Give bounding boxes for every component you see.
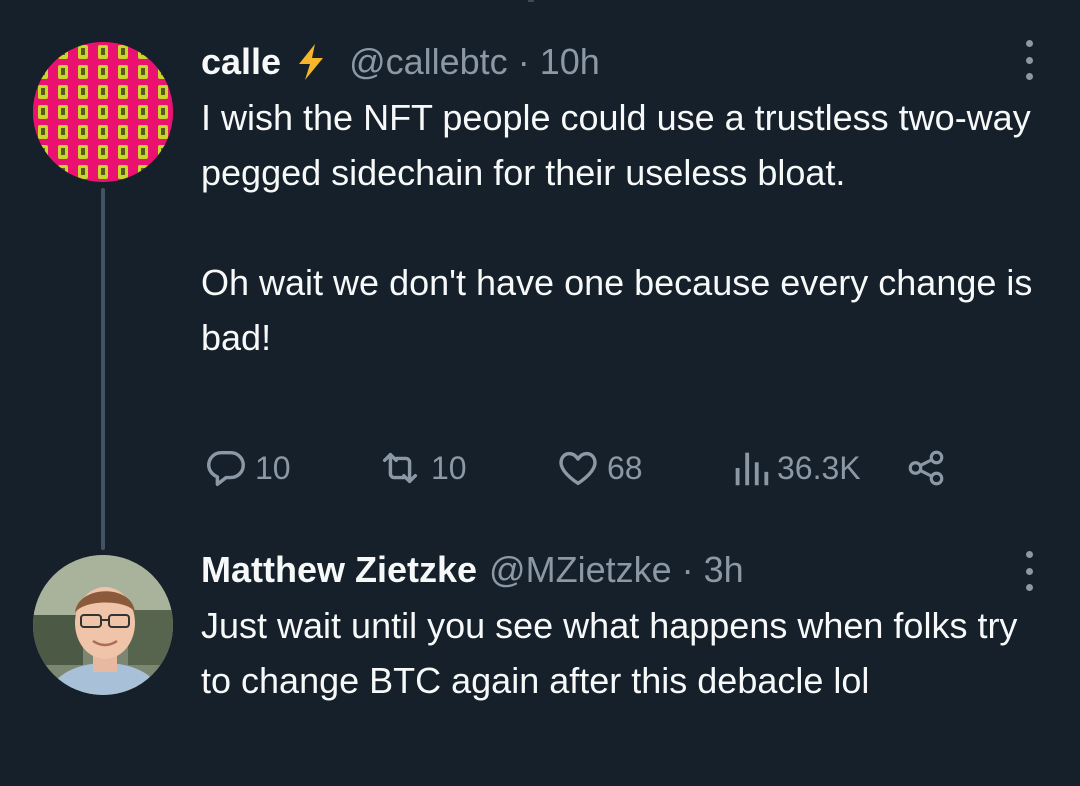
avatar-image (33, 42, 173, 182)
tweet-header: calle @callebtc · 10h (201, 40, 600, 84)
display-name[interactable]: calle (201, 41, 281, 83)
display-name[interactable]: Matthew Zietzke (201, 549, 477, 591)
lightning-bolt-icon (293, 42, 329, 82)
reply-button[interactable]: 10 (203, 445, 291, 491)
user-handle[interactable]: @callebtc (349, 41, 508, 83)
share-button[interactable] (905, 445, 947, 491)
like-count: 68 (607, 449, 643, 486)
share-icon (908, 450, 944, 486)
tweet-text: Just wait until you see what happens whe… (201, 598, 1041, 708)
like-button[interactable]: 68 (555, 445, 643, 491)
more-options-icon[interactable] (1024, 40, 1034, 80)
tweet-header: Matthew Zietzke @MZietzke · 3h (201, 548, 744, 592)
avatar-image (33, 555, 173, 695)
reply-icon (207, 450, 245, 487)
timestamp[interactable]: 10h (540, 41, 600, 83)
thread-connector-line (101, 188, 105, 550)
reply-count: 10 (255, 449, 291, 486)
tweet-paragraph: Oh wait we don't have one because every … (201, 262, 1033, 358)
more-options-icon[interactable] (1024, 551, 1034, 591)
views-button[interactable]: 36.3K (731, 445, 861, 491)
tweet-calle[interactable]: calle @callebtc · 10h I wish the NFT peo… (0, 0, 1080, 550)
like-icon (559, 451, 597, 486)
retweet-button[interactable]: 10 (375, 445, 467, 491)
tweet-paragraph: I wish the NFT people could use a trustl… (201, 97, 1031, 193)
avatar[interactable] (33, 42, 173, 182)
retweet-count: 10 (431, 449, 467, 486)
retweet-icon (382, 452, 418, 484)
user-handle[interactable]: @MZietzke (489, 549, 672, 591)
tweet-text: I wish the NFT people could use a trustl… (201, 90, 1041, 365)
separator-dot: · (517, 41, 530, 82)
separator-dot: · (681, 549, 694, 590)
avatar[interactable] (33, 555, 173, 695)
views-count: 36.3K (777, 449, 861, 486)
tweet-matthew[interactable]: Matthew Zietzke @MZietzke · 3h Just wait… (0, 540, 1080, 786)
timestamp[interactable]: 3h (704, 549, 744, 591)
views-icon (735, 452, 769, 486)
tweet-paragraph: Just wait until you see what happens whe… (201, 605, 1018, 701)
